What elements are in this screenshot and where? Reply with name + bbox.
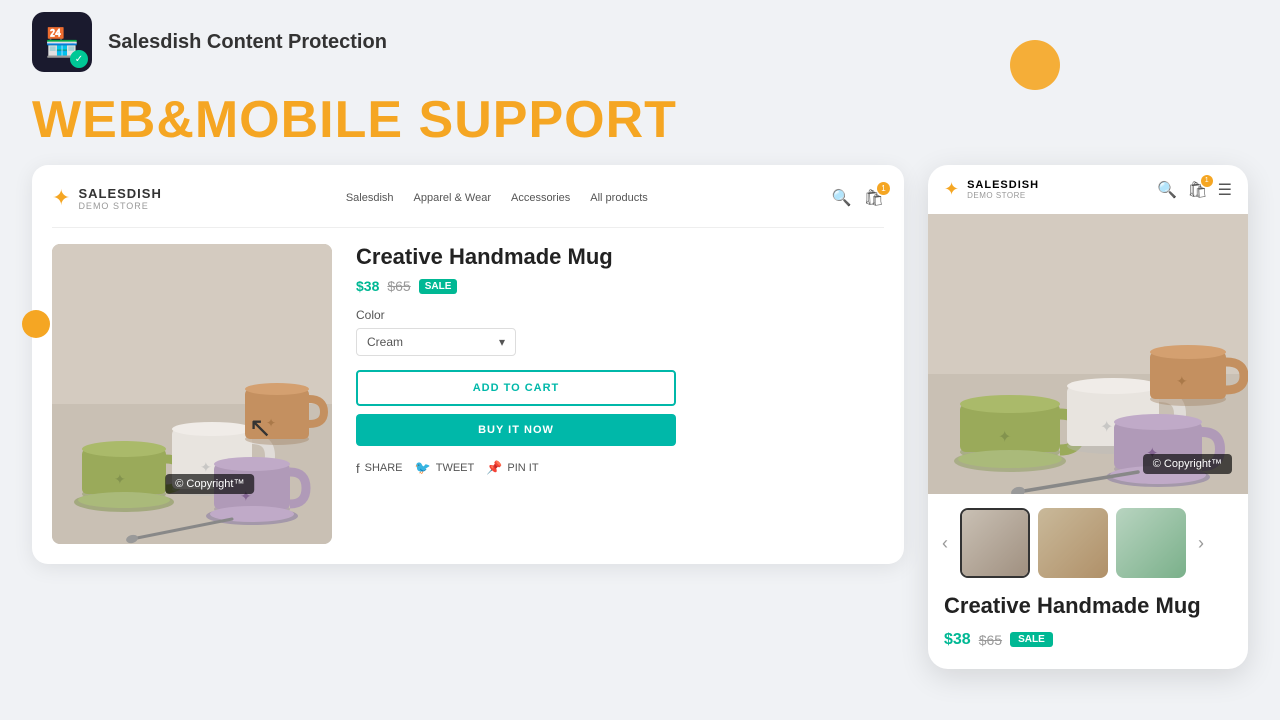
mobile-product-title: Creative Handmade Mug — [944, 592, 1232, 621]
thumbnail-2[interactable] — [1038, 508, 1108, 578]
facebook-share[interactable]: f SHARE — [356, 460, 403, 476]
mobile-product-image: ✦ ✦ ✦ ✦ — [928, 214, 1248, 494]
store-sub: DEMO STORE — [78, 201, 161, 211]
svg-text:✦: ✦ — [200, 459, 212, 475]
thumbnail-1[interactable] — [960, 508, 1030, 578]
svg-text:✦: ✦ — [1100, 419, 1113, 436]
mobile-price-row: $38 $65 SALE — [944, 631, 1232, 649]
app-icon: 🏪 ✓ — [32, 12, 92, 72]
share-label: SHARE — [365, 462, 403, 474]
mobile-store-sub: DEMO STORE — [967, 191, 1039, 200]
color-value: Cream — [367, 335, 403, 349]
nav-icons: 🔍 🛍 1 — [832, 188, 884, 208]
search-icon[interactable]: 🔍 — [832, 188, 852, 208]
mobile-card: ✦ SALESDISH DEMO STORE 🔍 🛍 1 ☰ — [928, 165, 1248, 669]
store-name: SALESDISH — [78, 186, 161, 201]
svg-text:✦: ✦ — [114, 471, 126, 487]
decoration-circle — [1010, 40, 1060, 90]
logo-icon: ✦ — [52, 185, 70, 211]
color-label: Color — [356, 308, 884, 322]
mobile-sale-badge: SALE — [1010, 632, 1053, 647]
product-image-container: ✦ ✦ — [52, 244, 332, 544]
nav-links: Salesdish Apparel & Wear Accessories All… — [346, 192, 648, 204]
main-heading: WEB&MOBILE SUPPORT — [0, 84, 1280, 165]
nav-all-products[interactable]: All products — [590, 192, 647, 204]
tweet-label: TWEET — [436, 462, 475, 474]
twitter-share[interactable]: 🐦 TWEET — [415, 460, 475, 476]
logo-text: SALESDISH DEMO STORE — [78, 186, 161, 211]
buy-now-button[interactable]: BUY IT NOW — [356, 414, 676, 446]
mobile-menu-icon[interactable]: ☰ — [1218, 180, 1232, 200]
mobile-store-name: SALESDISH — [967, 179, 1039, 191]
product-title: Creative Handmade Mug — [356, 244, 884, 270]
price-row: $38 $65 SALE — [356, 278, 884, 294]
decoration-dot — [22, 310, 50, 338]
social-share: f SHARE 🐦 TWEET 📌 PIN IT — [356, 460, 884, 476]
mobile-nav-icons: 🔍 🛍 1 ☰ — [1157, 180, 1232, 200]
nav-accessories[interactable]: Accessories — [511, 192, 570, 204]
chevron-down-icon: ▾ — [499, 335, 505, 349]
mobile-thumbnails: ‹ › — [928, 494, 1248, 592]
product-details: Creative Handmade Mug $38 $65 SALE Color… — [356, 244, 884, 544]
twitter-icon: 🐦 — [415, 460, 431, 476]
price-old: $65 — [387, 278, 410, 294]
svg-text:✦: ✦ — [266, 416, 276, 430]
store-nav: ✦ SALESDISH DEMO STORE Salesdish Apparel… — [52, 185, 884, 228]
desktop-card: ✦ SALESDISH DEMO STORE Salesdish Apparel… — [32, 165, 904, 564]
pinterest-icon: 📌 — [486, 460, 502, 476]
mobile-header: ✦ SALESDISH DEMO STORE 🔍 🛍 1 ☰ — [928, 165, 1248, 214]
mobile-cart-badge: 1 — [1201, 175, 1213, 187]
mobile-logo-icon: ✦ — [944, 179, 959, 200]
thumbnail-3[interactable] — [1116, 508, 1186, 578]
facebook-icon: f — [356, 461, 360, 476]
svg-text:✦: ✦ — [1176, 373, 1188, 389]
app-title: Salesdish Content Protection — [108, 31, 387, 54]
nav-apparel[interactable]: Apparel & Wear — [414, 192, 491, 204]
product-image: ✦ ✦ — [52, 244, 332, 544]
add-to-cart-button[interactable]: ADD TO CART — [356, 370, 676, 406]
mobile-copyright-badge: © Copyright™ — [1143, 454, 1232, 474]
desktop-copyright-badge: © Copyright™ — [165, 474, 254, 494]
mobile-product-info: Creative Handmade Mug $38 $65 SALE — [928, 592, 1248, 669]
shield-icon: ✓ — [70, 50, 88, 68]
mobile-logo: ✦ SALESDISH DEMO STORE — [944, 179, 1039, 200]
nav-salesdish[interactable]: Salesdish — [346, 192, 394, 204]
mobile-price-old: $65 — [979, 632, 1002, 648]
cart-icon[interactable]: 🛍 1 — [864, 188, 884, 208]
pinterest-share[interactable]: 📌 PIN IT — [486, 460, 538, 476]
price-new: $38 — [356, 278, 379, 294]
mobile-cart-icon[interactable]: 🛍 1 — [1187, 180, 1207, 200]
top-header: 🏪 ✓ Salesdish Content Protection — [0, 0, 1280, 84]
pin-label: PIN IT — [507, 462, 538, 474]
color-select[interactable]: Cream ▾ — [356, 328, 516, 356]
mobile-price-new: $38 — [944, 631, 971, 649]
product-section: ✦ ✦ — [52, 244, 884, 544]
cart-badge: 1 — [877, 182, 890, 195]
content-area: ✦ SALESDISH DEMO STORE Salesdish Apparel… — [0, 165, 1280, 669]
sale-badge: SALE — [419, 279, 458, 294]
store-logo: ✦ SALESDISH DEMO STORE — [52, 185, 162, 211]
mobile-product-svg: ✦ ✦ ✦ ✦ — [928, 214, 1248, 494]
mobile-logo-text: SALESDISH DEMO STORE — [967, 179, 1039, 200]
prev-thumbnail[interactable]: ‹ — [938, 533, 952, 554]
next-thumbnail[interactable]: › — [1194, 533, 1208, 554]
svg-text:✦: ✦ — [998, 429, 1011, 446]
mobile-search-icon[interactable]: 🔍 — [1157, 180, 1177, 200]
